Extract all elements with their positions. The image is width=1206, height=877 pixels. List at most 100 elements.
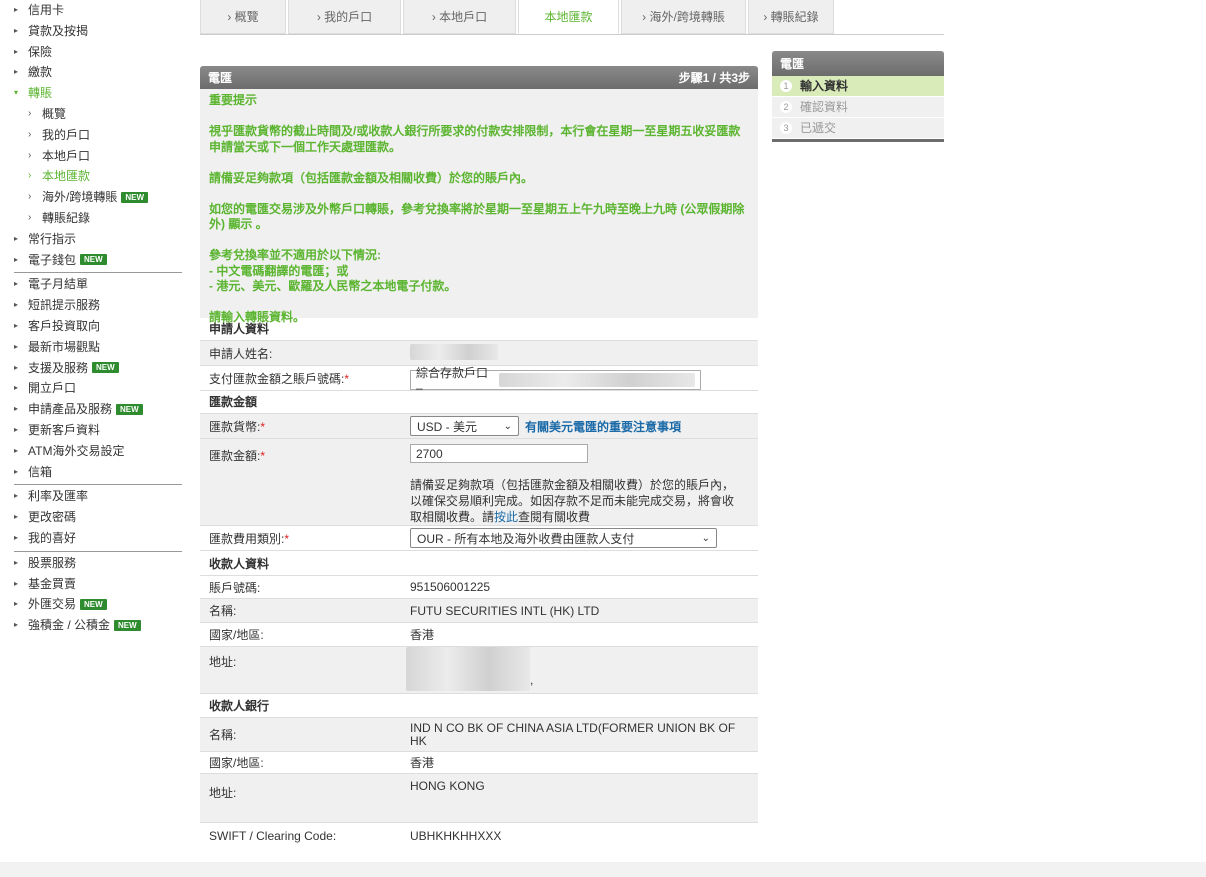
sidebar-item-label: 股票服務 (28, 555, 77, 570)
new-badge: NEW (80, 599, 107, 611)
sidebar-item-sms-alerts[interactable]: ▸ 短訊提示服務 (14, 295, 182, 316)
steps-title: 電匯 (772, 51, 944, 76)
caret-right-icon: ▸ (14, 404, 19, 414)
sidebar-item-label: 開立戶口 (28, 381, 77, 396)
fee-type-select[interactable]: OUR - 所有本地及海外收費由匯款人支付 ⌄ (410, 528, 717, 548)
sidebar-item-open-account[interactable]: ▸ 開立戶口 (14, 378, 182, 399)
sidebar-item-funds[interactable]: ▸ 基金買賣 (14, 574, 182, 595)
caret-right-icon: ▸ (14, 25, 19, 35)
sidebar-item-label: 客戶投資取向 (28, 318, 101, 333)
step-label: 已遞交 (800, 120, 837, 135)
payee-account-row: 賬戶號碼: 951506001225 (200, 576, 758, 599)
sidebar-subitem-overseas-transfer[interactable]: › 海外/跨境轉賬 NEW (14, 187, 182, 208)
caret-right-icon: ▸ (14, 300, 19, 310)
amount-input[interactable]: 2700 (410, 444, 588, 463)
caret-right-icon: ▸ (14, 279, 19, 289)
currency-select[interactable]: USD - 美元 ⌄ (410, 416, 519, 436)
step-number: 2 (780, 101, 792, 113)
chevron-right-icon: › (28, 170, 32, 182)
tab-label: 概覽 (234, 10, 259, 24)
notice-fx-rate-text: 如您的電匯交易涉及外幣戶口轉賬，參考兌換率將於星期一至星期五上午九時至晚上九時 … (209, 201, 745, 232)
sidebar-item-insurance[interactable]: ▸ 保險 (14, 42, 182, 63)
tab-overview[interactable]: › 概覽 (200, 0, 286, 34)
sidebar-item-atm-overseas[interactable]: ▸ ATM海外交易設定 (14, 441, 182, 462)
sidebar-item-preferences[interactable]: ▸ 我的喜好 (14, 528, 182, 549)
sidebar-subitem-local-remittance[interactable]: › 本地匯款 (14, 166, 182, 187)
field-label: SWIFT / Clearing Code: (209, 828, 337, 843)
sidebar-subitem-overview[interactable]: › 概覽 (14, 104, 182, 125)
tab-my-accounts[interactable]: › 我的戶口 (288, 0, 401, 34)
sidebar-item-label: 最新市場觀點 (28, 339, 101, 354)
tab-label: 轉賬紀錄 (770, 10, 819, 24)
sidebar-subitem-local-accounts[interactable]: › 本地戶口 (14, 146, 182, 167)
field-label: 地址: (209, 786, 237, 800)
caret-right-icon: ▸ (14, 424, 19, 434)
redacted-account-number (498, 372, 695, 387)
notice-cutoff-text: 視乎匯款貨幣的截止時間及/或收款人銀行所要求的付款安排限制，本行會在星期一至星期… (209, 124, 741, 154)
progress-steps: 電匯 1 輸入資料 2 確認資料 3 已遞交 (772, 51, 944, 142)
caret-right-icon: ▸ (14, 362, 19, 372)
form-header: 電匯 步驟1 / 共3步 (200, 66, 758, 89)
sidebar-item-apply-products[interactable]: ▸ 申請產品及服務 NEW (14, 399, 182, 420)
field-label: 地址: (209, 655, 237, 669)
sidebar-item-transfer[interactable]: ▾ 轉賬 (14, 83, 182, 104)
applicant-name-row: 申請人姓名: (200, 341, 758, 366)
fee-info-link[interactable]: 按此 (494, 510, 518, 524)
sidebar-item-label: 常行指示 (28, 231, 77, 246)
chevron-down-icon: ⌄ (503, 420, 512, 432)
caret-right-icon: ▸ (14, 67, 19, 77)
sidebar-item-label: 貸款及按揭 (28, 23, 89, 38)
caret-right-icon: ▸ (14, 599, 19, 609)
tab-local-accounts[interactable]: › 本地戶口 (403, 0, 516, 34)
tab-transfer-history[interactable]: › 轉賬紀錄 (748, 0, 834, 34)
sidebar-item-rates[interactable]: ▸ 利率及匯率 (14, 486, 182, 507)
field-label: 國家/地區: (209, 756, 264, 770)
step-number: 1 (780, 80, 792, 92)
sidebar-subitem-my-accounts[interactable]: › 我的戶口 (14, 125, 182, 146)
sidebar-item-securities[interactable]: ▸ 股票服務 (14, 553, 182, 574)
sidebar-item-change-password[interactable]: ▸ 更改密碼 (14, 507, 182, 528)
usd-notes-link[interactable]: 有關美元電匯的重要注意事項 (525, 418, 681, 435)
debit-account-field[interactable]: 綜合存款戶口 – (410, 366, 701, 395)
notice-heading: 重要提示 (209, 93, 258, 107)
step-indicator: 步驟1 / 共3步 (678, 71, 750, 85)
sidebar-item-fx-trading[interactable]: ▸ 外匯交易 NEW (14, 594, 182, 615)
sidebar-item-label: 轉賬 (28, 86, 53, 101)
caret-right-icon: ▸ (14, 532, 19, 542)
tab-overseas-transfer[interactable]: › 海外/跨境轉賬 (621, 0, 746, 34)
sidebar-item-mpf[interactable]: ▸ 強積金 / 公積金 NEW (14, 615, 182, 636)
sidebar-item-label: 電子錢包 (28, 252, 77, 267)
payee-bank-name-row: 名稱: IND N CO BK OF CHINA ASIA LTD(FORMER… (200, 718, 758, 752)
sidebar-item-label: 支援及服務 (28, 360, 89, 375)
caret-right-icon: ▸ (14, 491, 19, 501)
sidebar-divider (14, 272, 182, 274)
sidebar-item-support[interactable]: ▸ 支援及服務 NEW (14, 358, 182, 379)
amount-hint: 請備妥足夠款項（包括匯款金額及相關收費）於您的賬戶內，以確保交易順利完成。如因存… (410, 478, 735, 524)
chevron-down-icon: ⌄ (701, 532, 710, 544)
sidebar-subitem-transfer-history[interactable]: › 轉賬紀錄 (14, 208, 182, 229)
sidebar-item-loans[interactable]: ▸ 貸款及按揭 (14, 21, 182, 42)
sidebar-item-standing-instructions[interactable]: ▸ 常行指示 (14, 229, 182, 250)
sidebar-item-payments[interactable]: ▸ 繳款 (14, 62, 182, 83)
sidebar-item-e-statement[interactable]: ▸ 電子月結單 (14, 274, 182, 295)
redacted-address (406, 647, 530, 691)
sidebar-item-credit-card[interactable]: ▸ 信用卡 (14, 0, 182, 21)
sidebar-item-label: 更新客戶資料 (28, 422, 101, 437)
tab-local-remittance[interactable]: 本地匯款 (518, 0, 619, 34)
sidebar-item-risk-profile[interactable]: ▸ 客戶投資取向 (14, 316, 182, 337)
redacted-name (410, 343, 498, 360)
sidebar-item-label: 外匯交易 (28, 597, 77, 612)
sidebar-item-mailbox[interactable]: ▸ 信箱 (14, 462, 182, 483)
tab-label: 我的戶口 (324, 10, 373, 24)
field-label: 支付匯款金額之賬戶號碼:* (209, 371, 350, 386)
payee-name-value: FUTU SECURITIES INTL (HK) LTD (410, 603, 600, 618)
sidebar-item-market-views[interactable]: ▸ 最新市場觀點 (14, 337, 182, 358)
transfer-tabs: › 概覽 › 我的戶口 › 本地戶口 本地匯款 › 海外/跨境轉賬 › 轉賬紀錄 (200, 0, 836, 34)
payee-country-row: 國家/地區: 香港 (200, 623, 758, 647)
payee-bank-address-row: 地址: HONG KONG (200, 774, 758, 823)
sidebar-item-update-info[interactable]: ▸ 更新客戶資料 (14, 420, 182, 441)
sidebar-item-e-wallet[interactable]: ▸ 電子錢包 NEW (14, 250, 182, 271)
sidebar-item-label: 更改密碼 (28, 510, 77, 525)
chevron-right-icon: › (28, 191, 32, 203)
applicant-account-row: 支付匯款金額之賬戶號碼:* 綜合存款戶口 – (200, 366, 758, 395)
